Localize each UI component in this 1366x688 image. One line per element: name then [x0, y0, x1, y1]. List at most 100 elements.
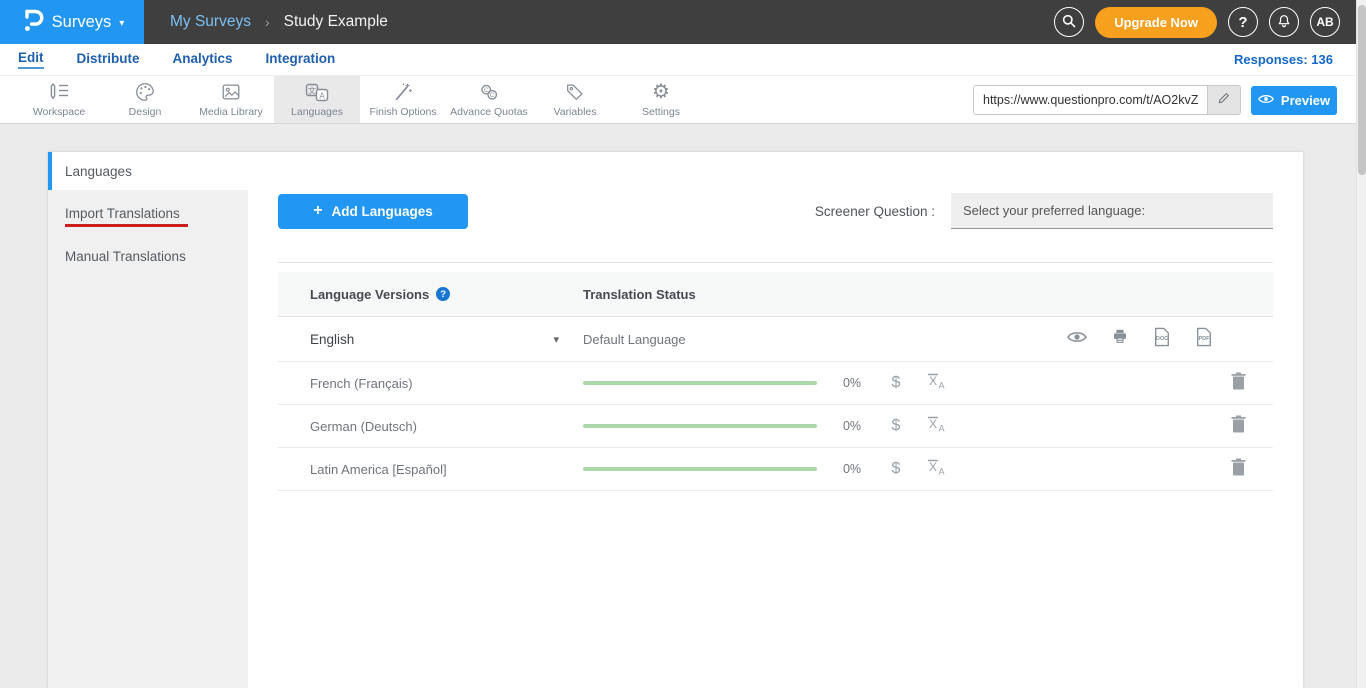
svg-text:C: C [484, 87, 489, 94]
palette-icon [133, 81, 157, 103]
sidebar-item-manual-translations[interactable]: Manual Translations [48, 236, 248, 276]
sidebar-item-languages[interactable]: Languages [48, 152, 248, 190]
breadcrumb-separator: › [265, 14, 270, 30]
search-icon [1061, 13, 1077, 32]
table-row-default-language: English ▾ Default Language [278, 317, 1273, 362]
toolbar-tab-finish-options[interactable]: Finish Options [360, 76, 446, 123]
notifications-button[interactable] [1269, 7, 1299, 37]
screener-question-label: Screener Question : [815, 204, 935, 219]
toolbar-tab-label: Advance Quotas [450, 106, 528, 118]
questionpro-logo-icon [20, 7, 44, 38]
help-icon[interactable]: ? [436, 287, 450, 301]
languages-card: Languages Import Translations Manual Tra… [48, 152, 1303, 688]
product-label: Surveys [52, 13, 112, 32]
translation-progress-bar [583, 467, 817, 471]
toolbar-tab-label: Finish Options [369, 106, 436, 118]
translation-percent: 0% [835, 376, 869, 390]
svg-text:X: X [929, 417, 937, 431]
survey-url-input[interactable] [974, 86, 1207, 114]
print-icon[interactable] [1111, 328, 1129, 350]
top-app-bar: Surveys ▾ My Surveys › Study Example Upg… [0, 0, 1366, 44]
table-header: Language Versions ? Translation Status [278, 272, 1273, 317]
search-button[interactable] [1054, 7, 1084, 37]
languages-sidebar: Languages Import Translations Manual Tra… [48, 152, 248, 688]
svg-text:C: C [490, 92, 495, 99]
chevron-down-icon[interactable]: ▾ [553, 333, 559, 346]
toolbar-tab-label: Settings [642, 106, 680, 118]
tab-distribute[interactable]: Distribute [77, 51, 140, 68]
language-name: French (Français) [310, 376, 413, 391]
workspace-icon [47, 81, 71, 103]
help-button[interactable]: ? [1228, 7, 1258, 37]
tab-integration[interactable]: Integration [266, 51, 336, 68]
plus-icon: + [313, 202, 322, 220]
translate-icon: 文 A [304, 81, 330, 103]
auto-translate-icon[interactable]: X A [925, 415, 947, 438]
sidebar-item-import-translations[interactable]: Import Translations [48, 196, 248, 236]
paid-translation-icon[interactable]: $ [884, 460, 908, 478]
delete-language-icon[interactable] [1231, 415, 1246, 438]
edit-toolbar: Workspace Design Media Library 文 [0, 75, 1366, 124]
chevron-down-icon: ▾ [119, 18, 124, 29]
scrollbar-thumb[interactable] [1358, 5, 1366, 175]
svg-text:A: A [938, 466, 944, 476]
survey-url-box [973, 85, 1241, 115]
preview-button[interactable]: Preview [1251, 86, 1337, 115]
toolbar-tab-settings[interactable]: ⚙ Settings [618, 76, 704, 123]
column-translation-status: Translation Status [583, 287, 696, 302]
column-language-versions: Language Versions [310, 287, 429, 302]
toolbar-tab-label: Media Library [199, 106, 263, 118]
bell-icon [1276, 13, 1292, 32]
toolbar-tab-media-library[interactable]: Media Library [188, 76, 274, 123]
responses-count[interactable]: Responses: 136 [1234, 52, 1333, 67]
toolbar-tab-workspace[interactable]: Workspace [16, 76, 102, 123]
add-languages-button[interactable]: + Add Languages [278, 194, 468, 229]
sidebar-item-label: Manual Translations [65, 249, 186, 264]
chain-link-icon: C C [477, 81, 501, 103]
topbar-actions: Upgrade Now ? AB [1054, 0, 1340, 44]
edit-url-button[interactable] [1207, 86, 1240, 114]
view-translation-icon[interactable] [1067, 330, 1087, 349]
screener-question-select[interactable]: Select your preferred language: [951, 193, 1273, 229]
export-pdf-icon[interactable]: PDF [1195, 327, 1213, 352]
svg-text:A: A [319, 91, 325, 100]
toolbar-tab-languages[interactable]: 文 A Languages [274, 76, 360, 123]
languages-content: + Add Languages Screener Question : Sele… [248, 152, 1303, 688]
default-language-status: Default Language [583, 332, 686, 347]
translation-percent: 0% [835, 462, 869, 476]
toolbar-tab-advance-quotas[interactable]: C C Advance Quotas [446, 76, 532, 123]
tab-analytics[interactable]: Analytics [173, 51, 233, 68]
svg-text:DOC: DOC [1156, 336, 1168, 342]
language-name: Latin America [Español] [310, 462, 447, 477]
paid-translation-icon[interactable]: $ [884, 374, 908, 392]
svg-text:文: 文 [308, 85, 316, 95]
breadcrumb-my-surveys[interactable]: My Surveys [170, 13, 251, 31]
auto-translate-icon[interactable]: X A [925, 372, 947, 395]
default-language-dropdown[interactable]: English ▾ [278, 332, 583, 347]
table-row-language: French (Français) 0% $ X A [278, 362, 1273, 405]
tab-edit[interactable]: Edit [18, 50, 44, 69]
toolbar-tab-label: Languages [291, 106, 343, 118]
export-doc-icon[interactable]: DOC [1153, 327, 1171, 352]
divider [278, 262, 1273, 263]
survey-nav: Edit Distribute Analytics Integration Re… [0, 44, 1366, 75]
toolbar-tab-design[interactable]: Design [102, 76, 188, 123]
product-switcher[interactable]: Surveys ▾ [0, 0, 144, 44]
avatar[interactable]: AB [1310, 7, 1340, 37]
toolbar-tab-variables[interactable]: Variables [532, 76, 618, 123]
paid-translation-icon[interactable]: $ [884, 417, 908, 435]
delete-language-icon[interactable] [1231, 458, 1246, 481]
sidebar-item-label: Languages [65, 164, 132, 179]
breadcrumb: My Surveys › Study Example [170, 13, 388, 31]
upgrade-now-button[interactable]: Upgrade Now [1095, 7, 1217, 38]
translation-progress-bar [583, 381, 817, 385]
toolbar-tab-label: Variables [554, 106, 597, 118]
question-mark-icon: ? [1238, 14, 1247, 31]
auto-translate-icon[interactable]: X A [925, 458, 947, 481]
vertical-scrollbar [1356, 0, 1366, 688]
delete-language-icon[interactable] [1231, 372, 1246, 395]
magic-wand-icon [391, 81, 415, 103]
screener-question-value: Select your preferred language: [963, 203, 1145, 218]
svg-text:A: A [938, 380, 944, 390]
default-language-name: English [310, 332, 354, 347]
